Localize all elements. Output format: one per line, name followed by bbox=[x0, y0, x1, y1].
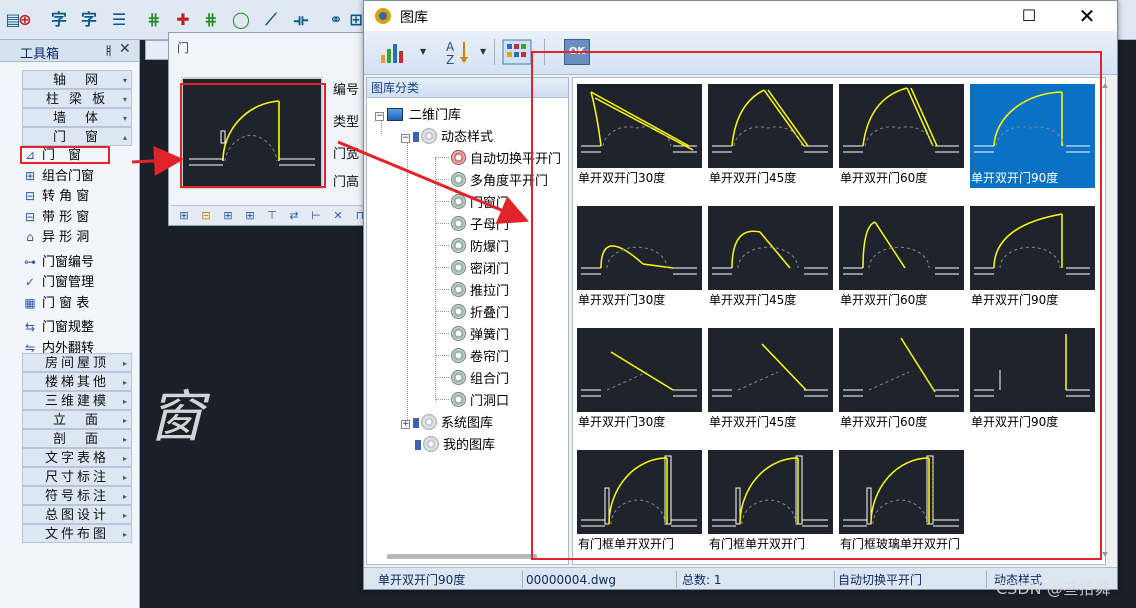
annotation-arrow-1 bbox=[131, 145, 184, 176]
watermark: CSDN @叁拾舞 bbox=[996, 579, 1111, 598]
annotation-arrow-2 bbox=[337, 140, 530, 224]
annotation-arrows bbox=[131, 140, 530, 224]
